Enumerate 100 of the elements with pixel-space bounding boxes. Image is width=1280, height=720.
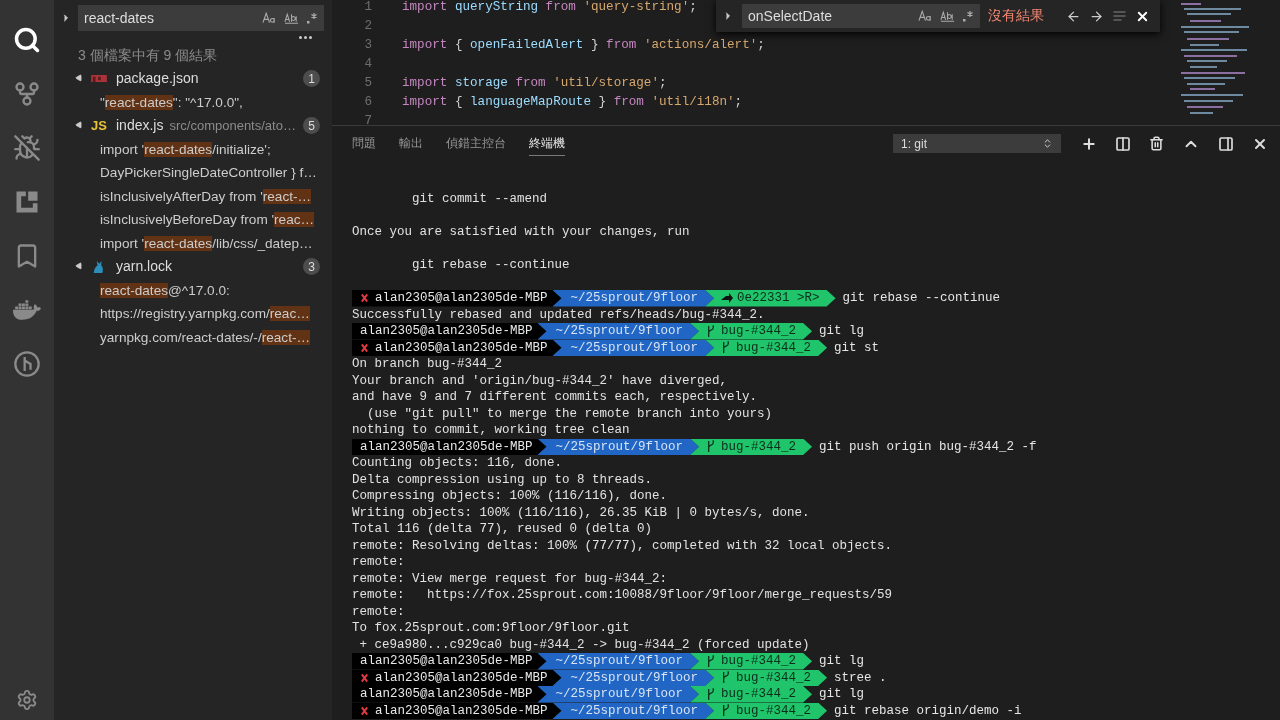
match-line[interactable]: import 'react-dates/lib/css/_datep…	[54, 231, 313, 255]
find-result: 沒有結果	[988, 6, 1044, 25]
next-match-icon[interactable]	[1089, 8, 1104, 24]
match-case-icon[interactable]	[262, 12, 277, 24]
terminal-line: and have 9 and 7 different commits each, respectively.	[352, 389, 758, 406]
terminal-command: git lg	[819, 653, 865, 670]
terminal-line: remote: https://fox.25sprout.com:10088/9floor/9floor/merge_requests/59	[352, 587, 893, 604]
user-segment: alan2305@alan2305de-MBP	[352, 669, 562, 686]
terminal-line: (use "git pull" to merge the remote branch into yours)	[366, 405, 773, 422]
terminal-select[interactable]: 1: git	[893, 134, 1061, 153]
panel-layout-icon[interactable]	[1218, 135, 1234, 152]
result-file-row[interactable]: yarn.lock 3	[54, 255, 332, 279]
branch-segment: 0e22331 >R>	[705, 290, 836, 307]
path-segment: ~/25sprout/9floor	[537, 323, 700, 340]
line-number: 1	[363, 0, 372, 16]
terminal-line: Compressing objects: 100% (116/116), done.	[352, 488, 668, 505]
terminal-line: Writing objects: 100% (116/116), 26.35 KiB | 0 bytes/s, done.	[352, 504, 810, 521]
panel-tab[interactable]: 偵錯主控台	[446, 131, 506, 156]
whole-word-icon[interactable]	[284, 12, 299, 24]
path-segment: ~/25sprout/9floor	[537, 438, 700, 455]
terminal-command: git lg	[819, 323, 865, 340]
expand-icon[interactable]	[74, 73, 85, 84]
terminal-line: remote: Resolving deltas: 100% (77/77), completed with 32 local objects.	[352, 537, 893, 554]
line-number: 4	[363, 57, 372, 73]
result-file-row[interactable]: JS index.js src/components/ato… 5	[54, 114, 332, 138]
expand-icon[interactable]	[74, 120, 85, 131]
panel-tab[interactable]: 終端機	[529, 131, 565, 156]
add-icon[interactable]	[1081, 135, 1097, 152]
terminal-line: To fox.25sprout.com:9floor/9floor.git	[352, 620, 630, 637]
match-line[interactable]: "react-dates": "^17.0.0",	[54, 90, 243, 114]
js-icon: JS	[91, 119, 107, 133]
regex-icon[interactable]	[962, 10, 974, 22]
branch-segment: bug-#344_2	[705, 702, 828, 719]
find-field[interactable]: onSelectDate	[742, 4, 980, 28]
terminal-command: git st	[834, 339, 880, 356]
branch-icon	[706, 324, 716, 338]
match-line[interactable]: react-dates@^17.0.0:	[54, 278, 230, 302]
branch-segment: bug-#344_2	[690, 323, 813, 340]
regex-icon[interactable]	[306, 12, 318, 24]
file-name: package.json	[116, 69, 199, 89]
terminal-line: Once you are satisfied with your changes, run	[352, 224, 690, 241]
whole-word-icon[interactable]	[940, 10, 955, 22]
user-segment: alan2305@alan2305de-MBP	[352, 438, 547, 455]
branch-icon	[721, 341, 731, 355]
terminal-line: Successfully rebased and updated refs/heads/bug-#344_2.	[352, 306, 765, 323]
line-number: 5	[363, 76, 372, 92]
line-number: 6	[363, 95, 372, 111]
results-summary: 3 個檔案中有 9 個結果	[77, 46, 218, 65]
terminal-line: + ce9a980...c929ca0 bug-#344_2 -> bug-#344_2 (forced update)	[358, 636, 810, 653]
match-count: 1	[303, 70, 320, 88]
match-line[interactable]: DayPickerSingleDateController } f…	[54, 161, 317, 185]
terminal-line: git rebase --continue	[411, 257, 570, 274]
code-line: import storage from 'util/storage';	[402, 76, 667, 92]
file-path: src/components/ato…	[169, 117, 296, 135]
panel-tab[interactable]: 輸出	[399, 131, 423, 156]
match-count: 5	[303, 117, 320, 135]
terminal-command: stree .	[834, 669, 887, 686]
branch-segment: bug-#344_2	[690, 653, 813, 670]
file-name: index.js	[116, 116, 164, 136]
terminal-line: git commit --amend	[411, 191, 548, 208]
split-icon[interactable]	[1115, 135, 1131, 152]
user-segment: alan2305@alan2305de-MBP	[352, 323, 547, 340]
match-line[interactable]: isInclusivelyAfterDay from 'react-…	[54, 184, 312, 208]
match-line[interactable]: https://registry.yarnpkg.com/reac…	[54, 302, 310, 326]
arrow-icon	[721, 293, 734, 304]
trash-icon[interactable]	[1149, 136, 1164, 151]
match-count: 3	[303, 258, 320, 276]
path-segment: ~/25sprout/9floor	[537, 653, 700, 670]
code-line: import { openFailedAlert } from 'actions/alert';	[402, 38, 765, 54]
user-segment: alan2305@alan2305de-MBP	[352, 290, 562, 307]
branch-segment: bug-#344_2	[690, 686, 813, 703]
npm-icon	[91, 75, 107, 83]
code-line: import queryString from 'query-string';	[402, 0, 697, 16]
path-segment: ~/25sprout/9floor	[552, 702, 715, 719]
code-line: import { languageMapRoute } from 'util/i18n';	[402, 95, 743, 111]
line-number: 7	[363, 114, 372, 125]
branch-segment: bug-#344_2	[705, 339, 828, 356]
match-case-icon[interactable]	[918, 10, 933, 22]
search-field[interactable]: react-dates	[78, 5, 324, 31]
terminal-line: Counting objects: 116, done.	[352, 455, 563, 472]
branch-segment: bug-#344_2	[705, 669, 828, 686]
terminal-command: git lg	[819, 686, 865, 703]
match-line[interactable]: yarnpkg.com/react-dates/-/react-…	[54, 325, 311, 349]
panel-tab[interactable]: 問題	[352, 131, 376, 156]
match-line[interactable]: import 'react-dates/initialize';	[54, 137, 271, 161]
previous-match-icon[interactable]	[1066, 8, 1081, 24]
terminal-line: remote: View merge request for bug-#344_2:	[352, 570, 668, 587]
user-segment: alan2305@alan2305de-MBP	[352, 339, 562, 356]
branch-segment: bug-#344_2	[690, 438, 813, 455]
path-segment: ~/25sprout/9floor	[552, 339, 715, 356]
file-name: yarn.lock	[116, 257, 173, 277]
terminal-line: Your branch and 'origin/bug-#344_2' have diverged,	[352, 372, 728, 389]
expand-icon[interactable]	[74, 261, 85, 272]
result-file-row[interactable]: package.json 1	[54, 67, 332, 91]
match-line[interactable]: isInclusivelyBeforeDay from 'reac…	[54, 208, 315, 232]
path-segment: ~/25sprout/9floor	[552, 669, 715, 686]
terminal-line: On branch bug-#344_2	[352, 356, 503, 373]
terminal-command: git rebase origin/demo -i	[834, 702, 1022, 719]
line-number: 3	[363, 38, 372, 54]
user-segment: alan2305@alan2305de-MBP	[352, 653, 547, 670]
